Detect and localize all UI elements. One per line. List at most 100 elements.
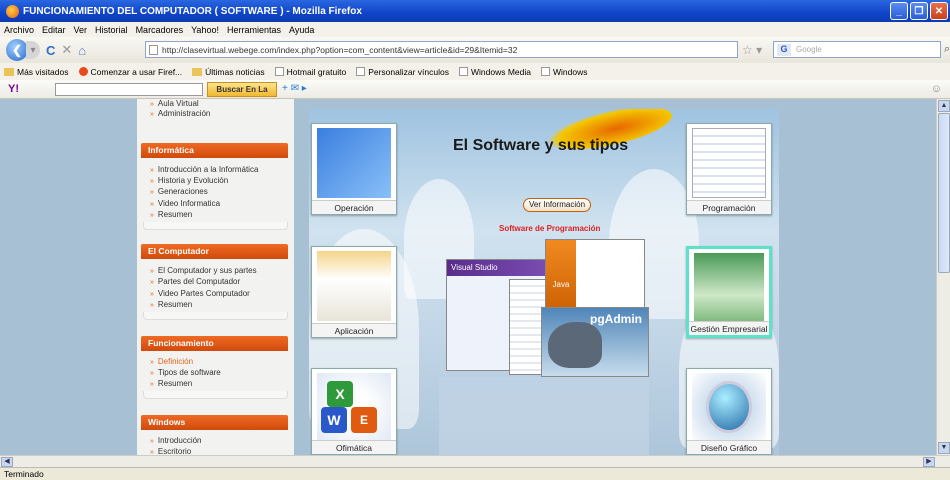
bookmarks-toolbar: Más visitados Comenzar a usar Firef... Ú… (0, 63, 950, 80)
sidebar-item[interactable]: El Computador y sus partes (150, 266, 257, 275)
sidebar-item-aula-virtual[interactable]: Aula Virtual (150, 99, 199, 108)
page-viewport: Aula Virtual Administración Informática … (0, 99, 936, 455)
rss-icon (192, 67, 203, 76)
bookmark-label: Hotmail gratuito (286, 66, 347, 77)
yahoo-extras-icon[interactable]: + ✉ ▸ (282, 83, 307, 94)
google-icon[interactable]: G (777, 44, 791, 56)
bookmark-star-icon[interactable]: ☆ ▾ (742, 43, 762, 57)
sidebar-item[interactable]: Introducción (150, 436, 202, 445)
showcase-title: El Software y sus tipos (453, 137, 629, 154)
graphic-design-image (692, 373, 766, 443)
card-label: Ofimática (312, 440, 396, 454)
menu-yahoo[interactable]: Yahoo! (191, 25, 219, 35)
pgadmin-screenshot: pgAdmin (541, 307, 649, 377)
showcase-subtitle: Software de Programación (499, 224, 601, 233)
bookmark-label: Más visitados (17, 66, 69, 77)
url-bar[interactable]: http://clasevirtual.webege.com/index.php… (145, 41, 738, 58)
sidebar-item[interactable]: Video Partes Computador (150, 289, 250, 298)
section-header-informatica: Informática (141, 143, 288, 158)
menu-ver[interactable]: Ver (74, 25, 88, 35)
windows-xp-image (317, 128, 391, 198)
folder-icon (4, 67, 14, 76)
scroll-up-arrow-icon[interactable]: ▲ (938, 100, 950, 112)
back-button[interactable]: ❮ (6, 39, 28, 61)
sidebar-item[interactable]: Resumen (150, 210, 192, 219)
vertical-scrollbar[interactable]: ▲ ▼ (936, 99, 950, 455)
sidebar-item[interactable]: Resumen (150, 379, 192, 388)
card-label: Programación (687, 200, 771, 214)
menu-ayuda[interactable]: Ayuda (289, 25, 314, 35)
page-icon (459, 67, 468, 76)
sidebar-item-active[interactable]: Definición (150, 357, 193, 366)
bookmark-comenzar[interactable]: Comenzar a usar Firef... (78, 66, 183, 77)
search-input[interactable]: G Google (773, 41, 941, 58)
smiley-icon[interactable]: ☺ (931, 83, 942, 95)
bookmark-mas-visitados[interactable]: Más visitados (4, 67, 69, 77)
card-label: Operación (312, 200, 396, 214)
minimize-button[interactable]: _ (890, 2, 908, 20)
card-aplicacion[interactable]: Aplicación (311, 246, 397, 338)
history-dropdown-icon[interactable]: ▾ (26, 41, 40, 59)
search-icon[interactable]: ⌕ (944, 43, 950, 56)
navigation-toolbar: ❮ ▾ C ✕ ⌂ http://clasevirtual.webege.com… (0, 37, 950, 63)
section-footer (143, 312, 288, 320)
section-header-computador: El Computador (141, 244, 288, 259)
sidebar-item[interactable]: Historia y Evolución (150, 176, 228, 185)
page-icon (541, 67, 550, 76)
bookmark-windows[interactable]: Windows (541, 67, 587, 77)
powerpoint-icon: E (351, 407, 377, 433)
scroll-down-arrow-icon[interactable]: ▼ (938, 442, 950, 454)
design-orb-icon (706, 381, 752, 433)
sidebar-item[interactable]: Tipos de software (150, 368, 221, 377)
sidebar-item[interactable]: Video Informatica (150, 199, 220, 208)
bookmark-hotmail[interactable]: Hotmail gratuito (274, 66, 347, 77)
bookmark-ultimas-noticias[interactable]: Últimas noticias (192, 67, 265, 77)
stop-icon[interactable]: ✕ (61, 42, 72, 58)
programming-screenshot-image (692, 128, 766, 198)
menu-editar[interactable]: Editar (42, 25, 66, 35)
sidebar-item[interactable]: Partes del Computador (150, 277, 240, 286)
scrollbar-thumb[interactable] (938, 113, 950, 273)
scroll-right-arrow-icon[interactable]: ▶ (923, 457, 935, 467)
sidebar-item[interactable]: Escritorio (150, 447, 191, 455)
office-suite-icons-image: X W E (317, 373, 391, 443)
word-icon: W (321, 407, 347, 433)
bookmark-label: Comenzar a usar Firef... (90, 66, 183, 77)
close-button[interactable]: ✕ (930, 2, 948, 20)
menu-historial[interactable]: Historial (95, 25, 128, 35)
card-diseno-grafico[interactable]: Diseño Gráfico (686, 368, 772, 455)
bookmark-personalizar[interactable]: Personalizar vínculos (356, 67, 449, 77)
yahoo-logo[interactable]: Y! (8, 83, 19, 95)
horizontal-scrollbar[interactable]: ◀ ▶ (0, 455, 950, 467)
maximize-button[interactable]: ❐ (910, 2, 928, 20)
home-icon[interactable]: ⌂ (78, 43, 86, 58)
reload-icon[interactable]: C (46, 43, 55, 58)
menu-herramientas[interactable]: Herramientas (227, 25, 281, 35)
software-showcase: El Software y sus tipos Ver Información … (309, 109, 779, 455)
scroll-left-arrow-icon[interactable]: ◀ (1, 457, 13, 467)
yahoo-toolbar: Y! Buscar En La Web + ✉ ▸ ☺ (0, 80, 950, 107)
sidebar-item[interactable]: Introducción a la Informática (150, 165, 259, 174)
card-operacion[interactable]: Operación (311, 123, 397, 215)
sidebar-item-administracion[interactable]: Administración (150, 109, 210, 118)
search-placeholder: Google (796, 45, 822, 54)
card-ofimatica[interactable]: X W E Ofimática (311, 368, 397, 455)
menu-marcadores[interactable]: Marcadores (136, 25, 184, 35)
menu-archivo[interactable]: Archivo (4, 25, 34, 35)
card-programacion[interactable]: Programación (686, 123, 772, 215)
firefox-small-icon (78, 67, 88, 76)
yahoo-search-input[interactable] (55, 83, 203, 96)
office-application-image (317, 251, 391, 321)
sidebar-item[interactable]: Generaciones (150, 187, 208, 196)
sidebar-item[interactable]: Resumen (150, 300, 192, 309)
business-website-image (694, 253, 764, 323)
url-text: http://clasevirtual.webege.com/index.php… (162, 44, 518, 55)
card-gestion-empresarial[interactable]: Gestión Empresarial (686, 246, 772, 338)
bookmark-windows-media[interactable]: Windows Media (459, 67, 531, 77)
status-bar: Terminado (0, 467, 950, 480)
bookmark-label: Windows Media (471, 66, 531, 77)
yahoo-search-button[interactable]: Buscar En La Web (207, 82, 277, 107)
page-icon (149, 45, 158, 55)
status-text: Terminado (4, 469, 44, 479)
ver-informacion-button[interactable]: Ver Información (523, 198, 591, 212)
